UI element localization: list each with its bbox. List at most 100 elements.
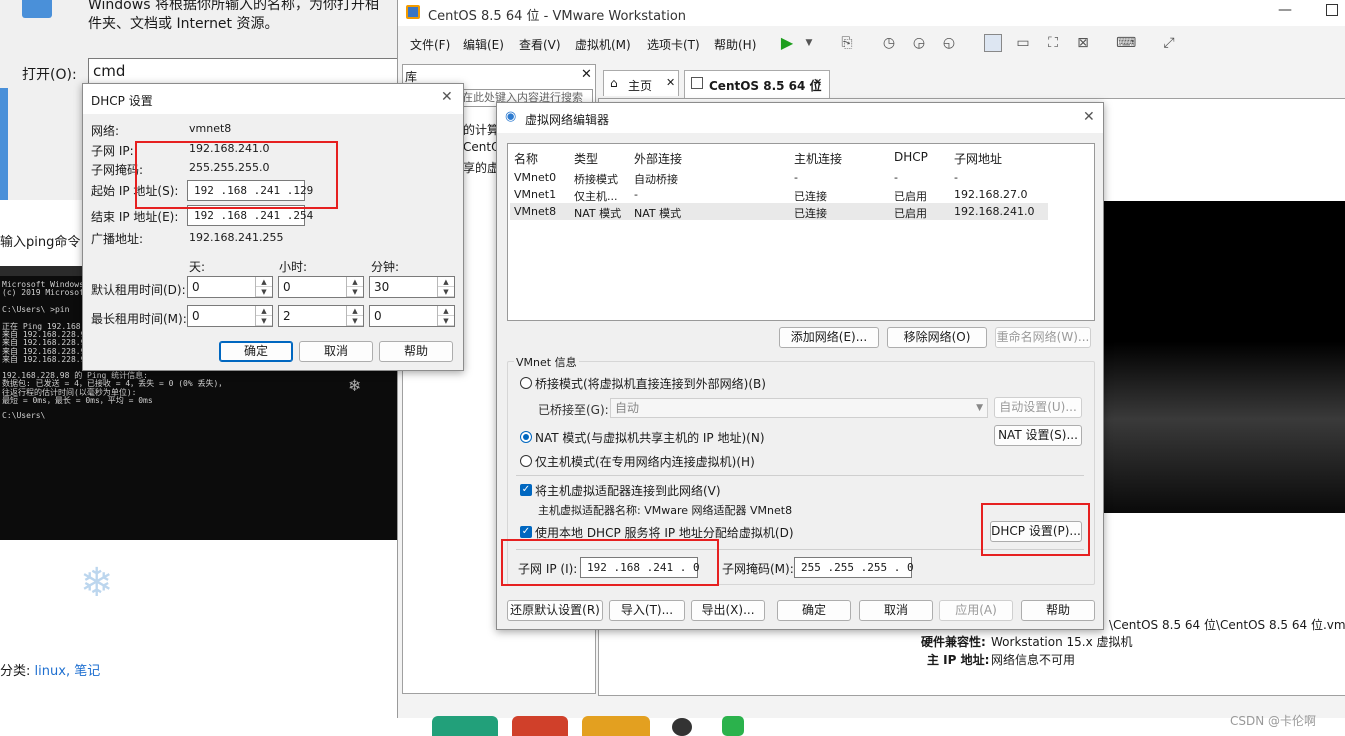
- connect-adapter-label[interactable]: 将主机虚拟适配器连接到此网络(V): [535, 482, 721, 499]
- dhcp-title: DHCP 设置: [91, 94, 153, 108]
- vmware-titlebar: CentOS 8.5 64 位 - VMware Workstation —: [398, 0, 1345, 26]
- tab-home[interactable]: ⌂ 主页 ✕: [603, 70, 679, 96]
- play-icon[interactable]: ▶: [778, 34, 796, 52]
- console-icon[interactable]: ⌨: [1116, 34, 1136, 52]
- vnet-cancel-button[interactable]: 取消: [859, 600, 933, 621]
- library-view-icon[interactable]: [984, 34, 1002, 52]
- table-row[interactable]: VMnet8 NAT 模式 NAT 模式 已连接 已启用 192.168.241.0: [510, 203, 1048, 220]
- maximize-icon[interactable]: [1326, 4, 1338, 16]
- open-input[interactable]: cmd: [88, 58, 408, 84]
- chevron-down-icon: ▼: [976, 403, 983, 413]
- taskbar-app-4[interactable]: [672, 718, 692, 736]
- host-only-label[interactable]: 仅主机模式(在专用网络内连接虚拟机)(H): [535, 453, 755, 470]
- send-keys-icon[interactable]: ⎘: [838, 34, 856, 52]
- menu-item-5[interactable]: 帮助(H): [714, 36, 756, 53]
- ip-value: 网络信息不可用: [991, 653, 1076, 667]
- tab-close-icon[interactable]: ✕: [666, 76, 675, 89]
- use-dhcp-checkbox[interactable]: ✓: [520, 526, 532, 538]
- menu-item-3[interactable]: 虚拟机(M): [575, 36, 631, 53]
- category-prefix: 分类:: [0, 664, 31, 679]
- vnet-ok-button[interactable]: 确定: [777, 600, 851, 621]
- tab-close-icon[interactable]: ✕: [813, 76, 822, 89]
- category-notes-link[interactable]: 笔记: [74, 664, 100, 679]
- library-close-icon[interactable]: ✕: [581, 67, 592, 82]
- hours-label: 小时:: [279, 260, 308, 274]
- table-row[interactable]: VMnet0 桥接模式 自动桥接 - - -: [510, 169, 1048, 186]
- restore-defaults-button[interactable]: 还原默认设置(R): [507, 600, 603, 621]
- days-label: 天:: [189, 260, 206, 274]
- terminal-line: 来自 192.168.228.98: [2, 354, 91, 364]
- column-header[interactable]: 名称: [514, 150, 538, 167]
- revert-snapshot-icon[interactable]: ◶: [910, 34, 928, 52]
- column-header[interactable]: 子网地址: [954, 150, 1002, 167]
- max-lease-days[interactable]: 0 ▲ ▼: [187, 305, 273, 327]
- open-label: 打开(O):: [22, 67, 77, 83]
- menu-item-1[interactable]: 编辑(E): [463, 36, 504, 53]
- max-lease-hours[interactable]: 2 ▲ ▼: [278, 305, 364, 327]
- taskbar-app-5[interactable]: [722, 716, 744, 736]
- dhcp-cancel-button[interactable]: 取消: [299, 341, 373, 362]
- play-dropdown-icon[interactable]: ▼: [800, 34, 818, 52]
- connect-adapter-checkbox[interactable]: ✓: [520, 484, 532, 496]
- minimize-icon[interactable]: —: [1278, 2, 1292, 18]
- library-item[interactable]: 享的虚: [463, 159, 499, 176]
- vnet-apply-button[interactable]: 应用(A): [939, 600, 1013, 621]
- taskbar-app-1[interactable]: [432, 716, 498, 736]
- dhcp-help-button[interactable]: 帮助: [379, 341, 453, 362]
- taskbar-app-2[interactable]: [512, 716, 568, 736]
- menu-item-2[interactable]: 查看(V): [519, 36, 561, 53]
- rename-network-button[interactable]: 重命名网络(W)...: [995, 327, 1091, 348]
- stretch-icon[interactable]: ⤢: [1160, 34, 1178, 52]
- default-lease-minutes[interactable]: 30 ▲ ▼: [369, 276, 455, 298]
- add-network-button[interactable]: 添加网络(E)...: [779, 327, 879, 348]
- category-linux-link[interactable]: linux: [35, 664, 66, 679]
- bridge-mode-label[interactable]: 桥接模式(将虚拟机直接连接到外部网络)(B): [535, 375, 766, 392]
- vnet-help-button[interactable]: 帮助: [1021, 600, 1095, 621]
- category-separator: ,: [65, 664, 71, 679]
- snowflake-icon: ❄: [80, 560, 114, 606]
- table-row[interactable]: VMnet1 仅主机... - 已连接 已启用 192.168.27.0: [510, 186, 1048, 203]
- unity-icon[interactable]: ⊠: [1074, 34, 1092, 52]
- terminal-line: C:\Users\: [2, 411, 46, 421]
- taskbar-app-3[interactable]: [582, 716, 650, 736]
- nat-settings-button[interactable]: NAT 设置(S)...: [994, 425, 1082, 446]
- remove-network-button[interactable]: 移除网络(O): [887, 327, 987, 348]
- column-header[interactable]: 外部连接: [634, 150, 682, 167]
- highlight-subnet-ip: [501, 539, 719, 586]
- close-icon[interactable]: ✕: [441, 89, 453, 105]
- table-cell: 已连接: [794, 190, 827, 203]
- menu-item-0[interactable]: 文件(F): [410, 36, 450, 53]
- default-lease-hours[interactable]: 0 ▲ ▼: [278, 276, 364, 298]
- snapshot-icon[interactable]: ◷: [880, 34, 898, 52]
- fullscreen-icon[interactable]: ⛶: [1044, 34, 1062, 52]
- tab-vm[interactable]: CentOS 8.5 64 位 ✕: [684, 70, 830, 98]
- subnet-mask-input[interactable]: 255 .255 .255 . 0: [794, 557, 914, 578]
- column-header[interactable]: DHCP: [894, 150, 928, 164]
- nat-mode-radio[interactable]: [520, 431, 532, 443]
- broadcast-value: 192.168.241.255: [189, 231, 284, 244]
- auto-settings-button[interactable]: 自动设置(U)...: [994, 397, 1082, 418]
- column-header[interactable]: 主机连接: [794, 150, 842, 167]
- bridged-to-select[interactable]: 自动 ▼: [610, 398, 988, 418]
- close-icon[interactable]: ✕: [1083, 109, 1095, 125]
- nat-mode-label[interactable]: NAT 模式(与虚拟机共享主机的 IP 地址)(N): [535, 429, 765, 446]
- host-only-radio[interactable]: [520, 455, 532, 467]
- category-row: 分类: linux, 笔记: [0, 660, 100, 679]
- network-table: 名称 类型 外部连接 主机连接 DHCP 子网地址 VMnet0 桥接模式 自动桥接 - - - VM…: [507, 143, 1095, 321]
- max-lease-minutes[interactable]: 0 ▲ ▼: [369, 305, 455, 327]
- dhcp-dialog: DHCP 设置 ✕ 网络: vmnet8 子网 IP: 192.168.241.…: [82, 83, 464, 371]
- dhcp-ok-button[interactable]: 确定: [219, 341, 293, 362]
- column-header[interactable]: 类型: [574, 150, 598, 167]
- compat-value: Workstation 15.x 虚拟机: [991, 635, 1133, 649]
- ip-label: 主 IP 地址:: [927, 653, 990, 667]
- table-cell: 192.168.241.0: [954, 205, 1035, 218]
- import-button[interactable]: 导入(T)...: [609, 600, 685, 621]
- export-button[interactable]: 导出(X)...: [691, 600, 765, 621]
- snapshot-manager-icon[interactable]: ◵: [940, 34, 958, 52]
- menu-item-4[interactable]: 选项卡(T): [647, 36, 700, 53]
- default-lease-days[interactable]: 0 ▲ ▼: [187, 276, 273, 298]
- dhcp-titlebar: DHCP 设置 ✕: [83, 84, 463, 114]
- bridge-mode-radio[interactable]: [520, 377, 532, 389]
- thumbnail-view-icon[interactable]: ▭: [1014, 34, 1032, 52]
- run-description-line2: 件夹、文档或 Internet 资源。: [88, 16, 279, 32]
